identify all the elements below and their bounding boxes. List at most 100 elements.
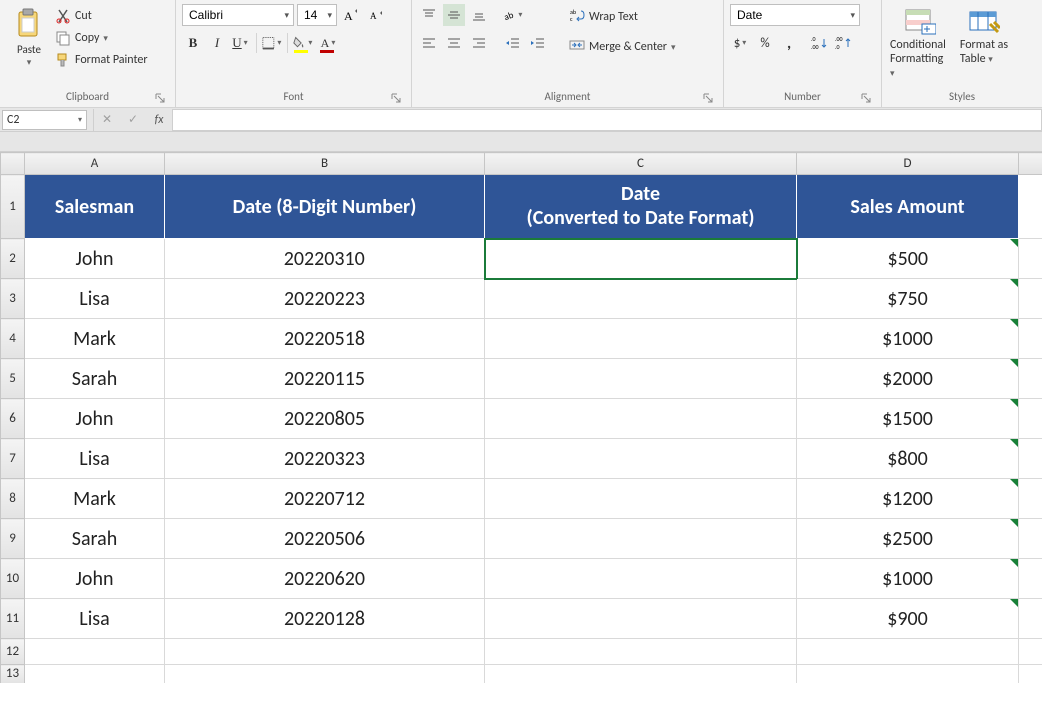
cell[interactable] xyxy=(797,639,1019,665)
row-header[interactable]: 5 xyxy=(1,359,25,399)
dialog-launcher-icon[interactable] xyxy=(389,91,403,105)
select-all-corner[interactable] xyxy=(1,153,25,175)
align-right-button[interactable] xyxy=(468,32,490,54)
increase-decimal-button[interactable]: .0.00 xyxy=(808,32,830,54)
cell[interactable]: 20220310 xyxy=(165,239,485,279)
font-name-dropdown[interactable]: ▾ xyxy=(182,4,294,26)
cell[interactable]: 20220506 xyxy=(165,519,485,559)
cell[interactable]: $1200 xyxy=(797,479,1019,519)
cell[interactable] xyxy=(165,639,485,665)
accounting-format-button[interactable]: $▾ xyxy=(730,32,752,54)
row-header[interactable]: 8 xyxy=(1,479,25,519)
cell[interactable] xyxy=(485,439,797,479)
cell[interactable] xyxy=(1019,559,1042,599)
dialog-launcher-icon[interactable] xyxy=(859,91,873,105)
cell[interactable] xyxy=(1019,175,1042,239)
cell[interactable]: John xyxy=(25,399,165,439)
header-cell-sales-amount[interactable]: Sales Amount xyxy=(797,175,1019,239)
cell[interactable] xyxy=(485,359,797,399)
cell[interactable]: John xyxy=(25,559,165,599)
comma-format-button[interactable]: , xyxy=(778,32,800,54)
cell[interactable]: Mark xyxy=(25,319,165,359)
cell[interactable]: $800 xyxy=(797,439,1019,479)
align-top-button[interactable] xyxy=(418,4,440,26)
cell[interactable] xyxy=(1019,319,1042,359)
column-header-C[interactable]: C xyxy=(485,153,797,175)
cell[interactable]: $750 xyxy=(797,279,1019,319)
increase-indent-button[interactable] xyxy=(527,32,549,54)
cell[interactable]: 20220323 xyxy=(165,439,485,479)
merge-center-button[interactable]: Merge & Center ▾ xyxy=(562,34,683,60)
row-header[interactable]: 6 xyxy=(1,399,25,439)
row-header[interactable]: 11 xyxy=(1,599,25,639)
formula-input[interactable] xyxy=(173,109,1042,131)
cell[interactable]: $1000 xyxy=(797,319,1019,359)
cell[interactable]: $2000 xyxy=(797,359,1019,399)
cell[interactable]: $2500 xyxy=(797,519,1019,559)
number-format-dropdown[interactable]: ▾ xyxy=(730,4,860,26)
cut-button[interactable]: Cut xyxy=(52,6,151,26)
format-painter-button[interactable]: Format Painter xyxy=(52,50,151,70)
cell[interactable]: Lisa xyxy=(25,279,165,319)
header-cell-date-8digit[interactable]: Date (8-Digit Number) xyxy=(165,175,485,239)
cell[interactable] xyxy=(485,479,797,519)
bold-button[interactable]: B xyxy=(182,32,204,54)
cell[interactable] xyxy=(485,599,797,639)
cell[interactable]: Lisa xyxy=(25,599,165,639)
cell[interactable] xyxy=(1019,279,1042,319)
name-box[interactable]: C2 ▾ xyxy=(2,110,87,130)
cell[interactable]: $1500 xyxy=(797,399,1019,439)
align-middle-button[interactable] xyxy=(443,4,465,26)
column-header-B[interactable]: B xyxy=(165,153,485,175)
cell[interactable]: $900 xyxy=(797,599,1019,639)
cell[interactable]: 20220805 xyxy=(165,399,485,439)
align-center-button[interactable] xyxy=(443,32,465,54)
cell[interactable] xyxy=(1019,399,1042,439)
row-header[interactable]: 12 xyxy=(1,639,25,665)
cell[interactable] xyxy=(485,319,797,359)
cell[interactable] xyxy=(1019,639,1042,665)
paste-button[interactable]: Paste▾ xyxy=(6,4,52,71)
cell[interactable]: Sarah xyxy=(25,359,165,399)
column-header-D[interactable]: D xyxy=(797,153,1019,175)
row-header[interactable]: 1 xyxy=(1,175,25,239)
cell[interactable]: 20220115 xyxy=(165,359,485,399)
font-size-dropdown[interactable]: ▾ xyxy=(297,4,337,26)
column-header-A[interactable]: A xyxy=(25,153,165,175)
cell[interactable] xyxy=(485,639,797,665)
chevron-down-icon[interactable]: ▾ xyxy=(103,33,108,44)
cell[interactable]: Lisa xyxy=(25,439,165,479)
cell[interactable]: $1000 xyxy=(797,559,1019,599)
enter-formula-button[interactable]: ✓ xyxy=(120,109,146,131)
cell[interactable] xyxy=(1019,439,1042,479)
font-name-input[interactable] xyxy=(187,7,282,23)
column-header-extra[interactable] xyxy=(1019,153,1042,175)
cell[interactable]: $500 xyxy=(797,239,1019,279)
cell[interactable] xyxy=(25,665,165,683)
underline-button[interactable]: U▾ xyxy=(230,32,252,54)
dialog-launcher-icon[interactable] xyxy=(701,91,715,105)
cell[interactable] xyxy=(485,559,797,599)
number-format-input[interactable] xyxy=(735,7,848,23)
cell[interactable]: 20220620 xyxy=(165,559,485,599)
cell[interactable] xyxy=(165,665,485,683)
row-header[interactable]: 3 xyxy=(1,279,25,319)
cell[interactable]: 20220223 xyxy=(165,279,485,319)
cell[interactable] xyxy=(1019,239,1042,279)
copy-button[interactable]: Copy ▾ xyxy=(52,28,151,48)
borders-button[interactable]: ▾ xyxy=(261,32,283,54)
cell[interactable]: Mark xyxy=(25,479,165,519)
cell[interactable]: 20220128 xyxy=(165,599,485,639)
cell[interactable] xyxy=(485,519,797,559)
orientation-button[interactable]: ab▾ xyxy=(502,4,524,26)
cell[interactable]: Sarah xyxy=(25,519,165,559)
insert-function-button[interactable]: fx xyxy=(146,109,172,131)
italic-button[interactable]: I xyxy=(206,32,228,54)
cell[interactable] xyxy=(1019,519,1042,559)
cell[interactable] xyxy=(485,279,797,319)
decrease-font-size-button[interactable]: A xyxy=(365,4,387,26)
cell[interactable] xyxy=(485,239,797,279)
dialog-launcher-icon[interactable] xyxy=(153,91,167,105)
row-header[interactable]: 10 xyxy=(1,559,25,599)
decrease-indent-button[interactable] xyxy=(502,32,524,54)
